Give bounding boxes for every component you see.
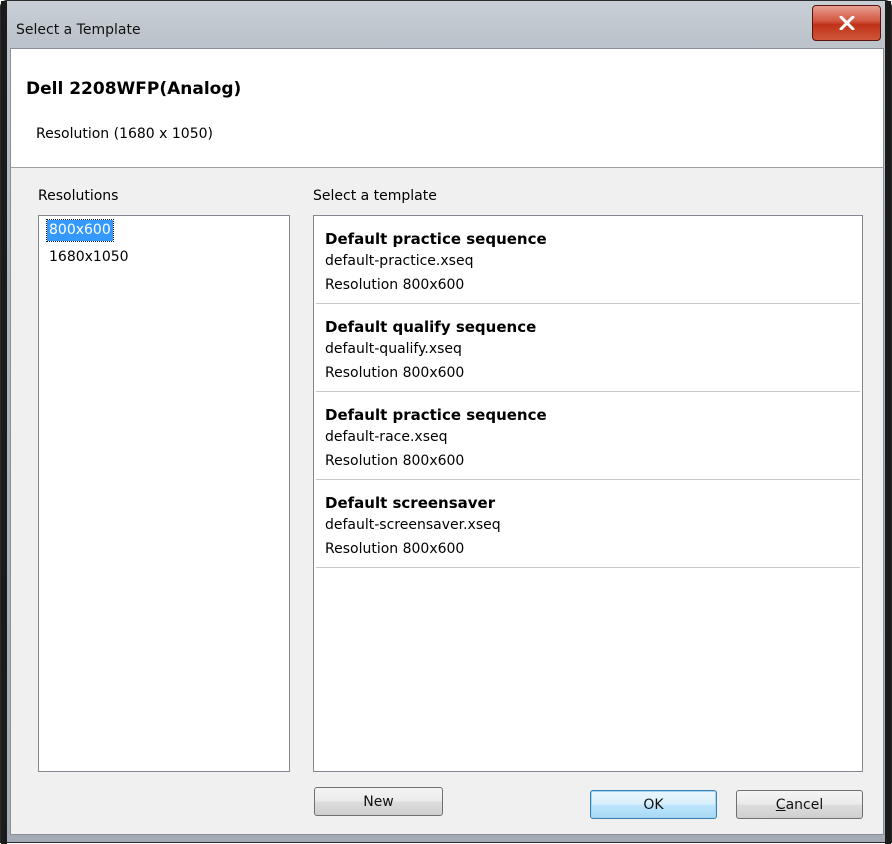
template-item[interactable]: Default screensaver default-screensaver.… [316, 482, 860, 568]
template-file: default-race.xseq [325, 429, 448, 445]
template-resolution: Resolution 800x600 [325, 453, 465, 469]
dialog-header: Dell 2208WFP(Analog) Resolution (1680 x … [11, 49, 883, 168]
template-file: default-qualify.xseq [325, 341, 462, 357]
templates-label: Select a template [313, 188, 437, 204]
close-icon [839, 16, 855, 30]
template-resolution: Resolution 800x600 [325, 277, 465, 293]
current-resolution: Resolution (1680 x 1050) [36, 126, 213, 142]
dialog-window: Select a Template Dell 2208WFP(Analog) R… [0, 0, 892, 844]
window-edge-left [1, 1, 7, 844]
resolution-item-800x600[interactable]: 800x600 [46, 219, 114, 242]
ok-button-label: OK [643, 796, 664, 813]
template-resolution: Resolution 800x600 [325, 365, 465, 381]
template-item[interactable]: Default practice sequence default-practi… [316, 218, 860, 304]
window-title: Select a Template [16, 22, 141, 38]
template-file: default-practice.xseq [325, 253, 474, 269]
cancel-accesskey: C [775, 796, 786, 813]
template-file: default-screensaver.xseq [325, 517, 501, 533]
cancel-button[interactable]: Cancel [736, 790, 863, 819]
new-button-label: New [363, 793, 394, 810]
template-resolution: Resolution 800x600 [325, 541, 465, 557]
templates-list[interactable]: Default practice sequence default-practi… [313, 215, 863, 772]
resolution-item-1680x1050[interactable]: 1680x1050 [47, 247, 131, 268]
cancel-label-rest: ancel [785, 796, 824, 813]
template-name: Default qualify sequence [325, 318, 537, 336]
template-item[interactable]: Default qualify sequence default-qualify… [316, 306, 860, 392]
template-name: Default practice sequence [325, 406, 547, 424]
template-name: Default practice sequence [325, 230, 547, 248]
ok-button[interactable]: OK [590, 790, 717, 819]
cancel-button-label: Cancel [776, 797, 823, 813]
window-edge-right [885, 1, 891, 844]
resolutions-list[interactable]: 800x600 1680x1050 [38, 215, 290, 772]
resolutions-label: Resolutions [38, 188, 119, 204]
new-button[interactable]: New [314, 787, 443, 816]
dialog-client-area: Dell 2208WFP(Analog) Resolution (1680 x … [10, 48, 884, 835]
template-item[interactable]: Default practice sequence default-race.x… [316, 394, 860, 480]
template-name: Default screensaver [325, 494, 496, 512]
close-button[interactable] [812, 5, 881, 41]
monitor-name: Dell 2208WFP(Analog) [26, 79, 242, 99]
